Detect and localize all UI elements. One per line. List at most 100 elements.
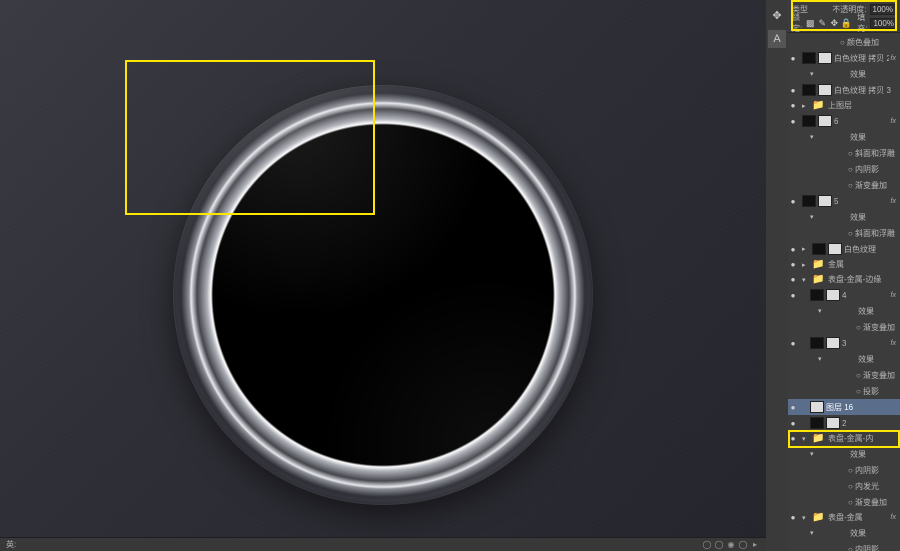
layer-thumbnail[interactable] bbox=[802, 52, 816, 64]
disclosure-arrow[interactable]: ▾ bbox=[810, 529, 818, 537]
layer-thumbnail[interactable] bbox=[812, 243, 826, 255]
fx-badge[interactable]: fx bbox=[891, 55, 898, 62]
layer-mask-thumbnail[interactable] bbox=[818, 84, 832, 96]
layer-row[interactable]: ▾效果 bbox=[788, 209, 900, 225]
visibility-toggle[interactable]: ● bbox=[788, 260, 798, 269]
visibility-toggle[interactable]: ● bbox=[788, 197, 798, 206]
disclosure-arrow[interactable]: ▾ bbox=[802, 435, 810, 443]
effect-label: 效果 bbox=[828, 306, 898, 317]
layer-row[interactable]: ○ 内阴影 bbox=[788, 161, 900, 177]
status-icon-2[interactable]: ◉ bbox=[726, 540, 736, 550]
layer-group[interactable]: ●▾📁表盘-金属-边缘 bbox=[788, 272, 900, 287]
layer-thumbnail[interactable] bbox=[810, 417, 824, 429]
visibility-toggle[interactable]: ● bbox=[788, 86, 798, 95]
layer-mask-thumbnail[interactable] bbox=[826, 417, 840, 429]
status-icon-4[interactable]: ▸ bbox=[750, 540, 760, 550]
status-icon-0[interactable]: ◯ bbox=[702, 540, 712, 550]
lock-icon-2[interactable]: ✥ bbox=[829, 18, 839, 28]
fx-badge[interactable]: fx bbox=[891, 514, 898, 521]
type-tool[interactable]: A bbox=[768, 30, 786, 48]
lock-icon-3[interactable]: 🔒 bbox=[841, 18, 851, 28]
layer-row[interactable]: ●4fx bbox=[788, 287, 900, 303]
layer-row[interactable]: ●5fx bbox=[788, 193, 900, 209]
visibility-toggle[interactable]: ● bbox=[788, 339, 798, 348]
disclosure-arrow[interactable]: ▾ bbox=[802, 276, 810, 284]
layer-row[interactable]: ●白色纹理 拷贝 2fx bbox=[788, 50, 900, 66]
visibility-toggle[interactable]: ● bbox=[788, 291, 798, 300]
visibility-toggle[interactable]: ● bbox=[788, 434, 798, 443]
layer-row[interactable]: ○ 渐变叠加 bbox=[788, 177, 900, 193]
layer-thumbnail[interactable] bbox=[810, 289, 824, 301]
layer-row[interactable]: ○ 颜色叠加 bbox=[788, 34, 900, 50]
layer-mask-thumbnail[interactable] bbox=[828, 243, 842, 255]
layer-mask-thumbnail[interactable] bbox=[818, 195, 832, 207]
disclosure-arrow[interactable]: ▸ bbox=[802, 245, 810, 253]
layer-thumbnail[interactable] bbox=[802, 115, 816, 127]
layer-row[interactable]: ▾效果 bbox=[788, 303, 900, 319]
right-panels: 类型 不透明度: 100% 锁定: ▩✎✥🔒 填充: 100% ○ 颜色叠加●白… bbox=[788, 0, 900, 551]
layer-row[interactable]: ○ 渐变叠加 bbox=[788, 319, 900, 335]
layer-row[interactable]: ●6fx bbox=[788, 113, 900, 129]
layer-mask-thumbnail[interactable] bbox=[826, 337, 840, 349]
layer-row[interactable]: ○ 斜面和浮雕 bbox=[788, 145, 900, 161]
layer-row[interactable]: ▾效果 bbox=[788, 446, 900, 462]
layer-row[interactable]: ○ 投影 bbox=[788, 383, 900, 399]
layer-thumbnail[interactable] bbox=[810, 401, 824, 413]
visibility-toggle[interactable]: ● bbox=[788, 419, 798, 428]
layer-row[interactable]: ●2 bbox=[788, 415, 900, 431]
layer-group[interactable]: ●▸📁金属 bbox=[788, 257, 900, 272]
fx-badge[interactable]: fx bbox=[891, 340, 898, 347]
lock-icon-0[interactable]: ▩ bbox=[805, 18, 815, 28]
disclosure-arrow[interactable]: ▾ bbox=[818, 355, 826, 363]
layer-row[interactable]: ●白色纹理 拷贝 3 bbox=[788, 82, 900, 98]
layer-row[interactable]: ○ 内阴影 bbox=[788, 462, 900, 478]
canvas-area[interactable]: 英: ◯◯◉◯▸ bbox=[0, 0, 766, 551]
visibility-toggle[interactable]: ● bbox=[788, 245, 798, 254]
layer-mask-thumbnail[interactable] bbox=[826, 289, 840, 301]
visibility-toggle[interactable]: ● bbox=[788, 513, 798, 522]
visibility-toggle[interactable]: ● bbox=[788, 275, 798, 284]
layer-row[interactable]: ○ 内发光 bbox=[788, 478, 900, 494]
layer-thumbnail[interactable] bbox=[802, 84, 816, 96]
layer-mask-thumbnail[interactable] bbox=[818, 115, 832, 127]
fx-badge[interactable]: fx bbox=[891, 118, 898, 125]
layer-row[interactable]: ▾效果 bbox=[788, 351, 900, 367]
fx-badge[interactable]: fx bbox=[891, 198, 898, 205]
layer-row[interactable]: ○ 渐变叠加 bbox=[788, 367, 900, 383]
layer-group[interactable]: ●▾📁表盘-金属fx bbox=[788, 510, 900, 525]
layer-group[interactable]: ●▸📁上图层 bbox=[788, 98, 900, 113]
disclosure-arrow[interactable]: ▸ bbox=[802, 102, 810, 110]
layer-row[interactable]: ▾效果 bbox=[788, 129, 900, 145]
lock-icon-1[interactable]: ✎ bbox=[817, 18, 827, 28]
visibility-toggle[interactable]: ● bbox=[788, 117, 798, 126]
layer-row[interactable]: ○ 内阴影 bbox=[788, 541, 900, 551]
disclosure-arrow[interactable]: ▾ bbox=[818, 307, 826, 315]
status-icon-1[interactable]: ◯ bbox=[714, 540, 724, 550]
layer-row[interactable]: ●图层 16 bbox=[788, 399, 900, 415]
layer-row[interactable]: ▾效果 bbox=[788, 525, 900, 541]
fx-badge[interactable]: fx bbox=[891, 292, 898, 299]
layer-row[interactable]: ▾效果 bbox=[788, 66, 900, 82]
disclosure-arrow[interactable]: ▾ bbox=[810, 213, 818, 221]
opacity-field[interactable]: 100% bbox=[870, 4, 896, 15]
layer-thumbnail[interactable] bbox=[802, 195, 816, 207]
disclosure-arrow[interactable]: ▾ bbox=[810, 70, 818, 78]
disclosure-arrow[interactable]: ▸ bbox=[802, 261, 810, 269]
visibility-toggle[interactable]: ● bbox=[788, 54, 798, 63]
visibility-toggle[interactable]: ● bbox=[788, 403, 798, 412]
disclosure-arrow[interactable]: ▾ bbox=[802, 514, 810, 522]
layer-group[interactable]: ●▾📁表盘-金属-内 bbox=[788, 431, 900, 446]
visibility-toggle[interactable]: ● bbox=[788, 101, 798, 110]
move-tool[interactable]: ✥ bbox=[768, 6, 786, 24]
disclosure-arrow[interactable]: ▾ bbox=[810, 133, 818, 141]
fill-field[interactable]: 100% bbox=[870, 18, 896, 29]
disclosure-arrow[interactable]: ▾ bbox=[810, 450, 818, 458]
status-icon-3[interactable]: ◯ bbox=[738, 540, 748, 550]
layer-row[interactable]: ●▸白色纹理 bbox=[788, 241, 900, 257]
layer-row[interactable]: ○ 斜面和浮雕 bbox=[788, 225, 900, 241]
layers-panel[interactable]: ○ 颜色叠加●白色纹理 拷贝 2fx▾效果●白色纹理 拷贝 3●▸📁上图层●6f… bbox=[788, 33, 900, 551]
layer-row[interactable]: ○ 渐变叠加 bbox=[788, 494, 900, 510]
layer-thumbnail[interactable] bbox=[810, 337, 824, 349]
layer-row[interactable]: ●3fx bbox=[788, 335, 900, 351]
layer-mask-thumbnail[interactable] bbox=[818, 52, 832, 64]
